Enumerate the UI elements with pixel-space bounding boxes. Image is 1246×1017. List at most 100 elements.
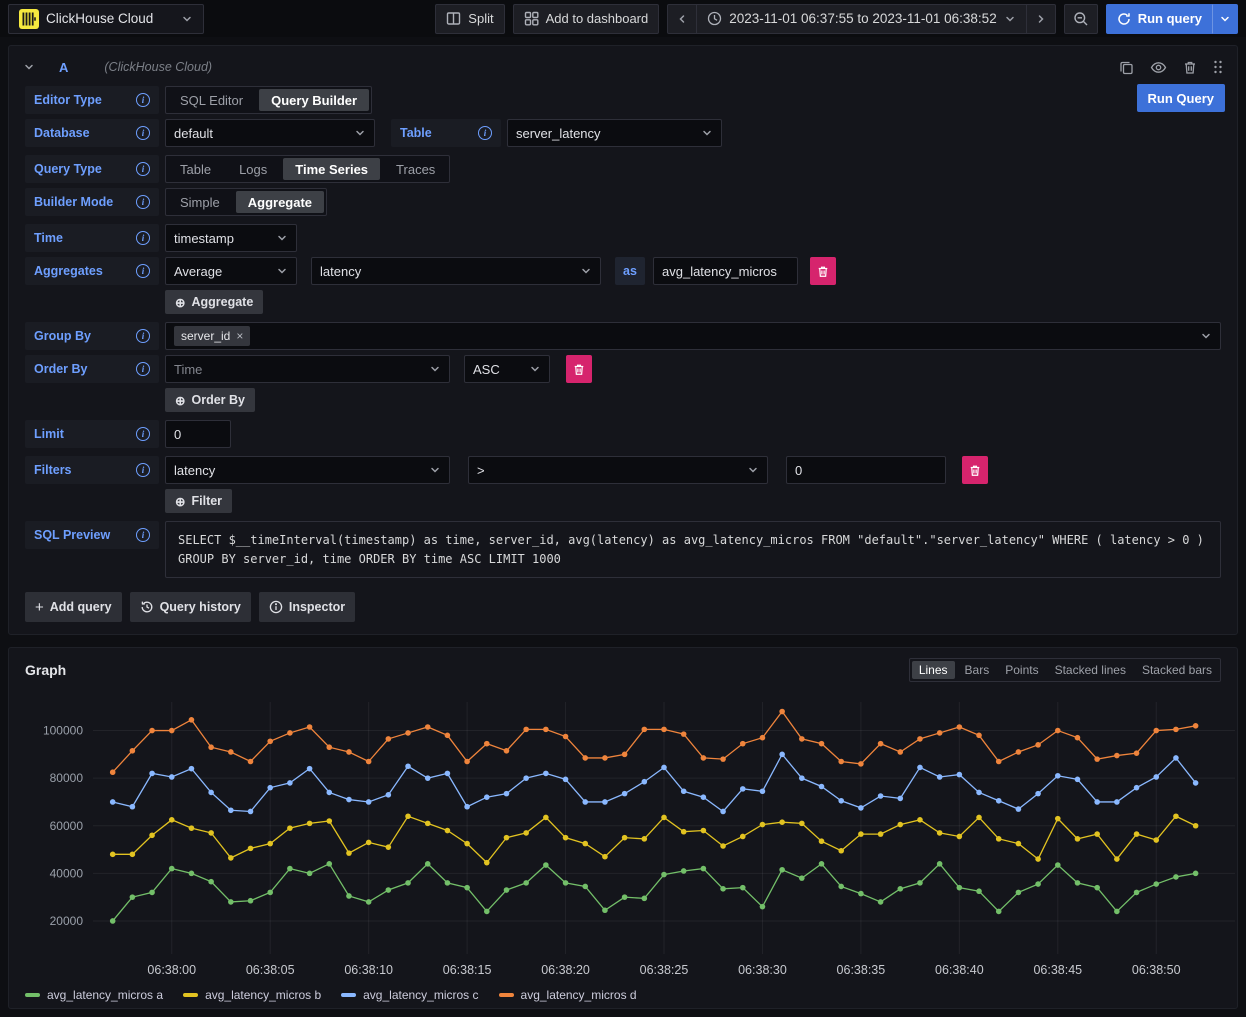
aggregates-label: Aggregates i [25, 257, 159, 285]
data-point [445, 733, 451, 739]
duplicate-query-icon[interactable] [1119, 60, 1134, 75]
segment-sql-editor[interactable]: SQL Editor [166, 87, 257, 113]
data-point [504, 887, 510, 893]
data-point [130, 804, 136, 810]
mode-stacked-lines[interactable]: Stacked lines [1047, 659, 1134, 681]
filter-value-input[interactable] [786, 456, 946, 484]
time-column-select[interactable]: timestamp [165, 224, 297, 252]
legend-label: avg_latency_micros d [521, 988, 637, 1002]
legend-swatch-icon [25, 993, 40, 997]
data-point [1173, 727, 1179, 733]
inspector-button[interactable]: Inspector [259, 592, 355, 622]
data-point [228, 855, 234, 861]
remove-filter-button[interactable] [962, 456, 988, 484]
data-point [189, 766, 195, 772]
mode-bars[interactable]: Bars [957, 659, 998, 681]
chevron-down-icon [1200, 330, 1212, 342]
info-icon[interactable]: i [136, 126, 150, 140]
mode-stacked-bars[interactable]: Stacked bars [1134, 659, 1220, 681]
info-icon[interactable]: i [136, 231, 150, 245]
query-history-button[interactable]: Query history [130, 592, 251, 622]
info-icon[interactable]: i [136, 264, 150, 278]
limit-input[interactable] [165, 420, 231, 448]
collapse-chevron-icon[interactable] [23, 61, 35, 73]
info-icon[interactable]: i [136, 329, 150, 343]
data-point [543, 727, 549, 733]
data-point [405, 730, 411, 736]
info-icon[interactable]: i [136, 528, 150, 542]
add-to-dashboard-button[interactable]: Add to dashboard [513, 4, 660, 34]
query-ref-id[interactable]: A [59, 60, 68, 75]
mode-points[interactable]: Points [997, 659, 1046, 681]
data-point [267, 841, 273, 847]
segment-simple[interactable]: Simple [166, 189, 234, 215]
data-point [996, 836, 1002, 842]
add-filter-button[interactable]: ⊕ Filter [165, 489, 232, 513]
add-aggregate-row: ⊕ Aggregate [25, 290, 1221, 314]
time-range-forward-button[interactable] [1027, 4, 1056, 34]
segment-query-builder[interactable]: Query Builder [259, 89, 369, 111]
info-circle-icon [269, 600, 283, 614]
x-axis-tick-label: 06:38:40 [935, 963, 984, 977]
legend-swatch-icon [499, 993, 514, 997]
legend-item[interactable]: avg_latency_micros a [25, 988, 163, 1002]
order-by-field-select[interactable]: Time [165, 355, 450, 383]
data-point [838, 848, 844, 854]
remove-tag-icon[interactable]: × [236, 329, 243, 343]
segment-aggregate[interactable]: Aggregate [236, 191, 324, 213]
segment-traces[interactable]: Traces [382, 156, 449, 182]
data-point [405, 764, 411, 770]
info-icon[interactable]: i [136, 93, 150, 107]
group-by-multiselect[interactable]: server_id × [165, 322, 1221, 350]
aggregate-column-select[interactable]: latency [311, 257, 601, 285]
run-query-panel-button[interactable]: Run Query [1137, 84, 1225, 112]
data-point [1193, 871, 1199, 877]
order-by-direction-select[interactable]: ASC [464, 355, 550, 383]
run-query-button[interactable]: Run query [1106, 4, 1213, 34]
data-point [1134, 890, 1140, 896]
info-icon[interactable]: i [136, 427, 150, 441]
segment-table[interactable]: Table [166, 156, 225, 182]
hide-response-eye-icon[interactable] [1150, 60, 1167, 75]
data-point [976, 790, 982, 796]
run-query-dropdown-button[interactable] [1213, 4, 1238, 34]
zoom-out-button[interactable] [1064, 4, 1098, 34]
drag-handle-icon[interactable] [1213, 59, 1223, 75]
data-point [582, 799, 588, 805]
remove-order-by-button[interactable] [566, 355, 592, 383]
remove-aggregate-button[interactable] [810, 257, 836, 285]
table-select[interactable]: server_latency [507, 119, 722, 147]
data-point [897, 886, 903, 892]
add-query-button[interactable]: + Add query [25, 592, 122, 622]
legend-item[interactable]: avg_latency_micros d [499, 988, 637, 1002]
data-point [464, 804, 470, 810]
order-by-label: Order By i [25, 355, 159, 383]
split-button[interactable]: Split [435, 4, 504, 34]
info-icon[interactable]: i [478, 126, 492, 140]
remove-query-trash-icon[interactable] [1183, 60, 1197, 75]
info-icon[interactable]: i [136, 362, 150, 376]
add-order-by-button[interactable]: ⊕ Order By [165, 388, 255, 412]
database-table-row: Database i default Table i server_latenc… [25, 119, 1221, 147]
add-aggregate-button[interactable]: ⊕ Aggregate [165, 290, 263, 314]
segment-time-series[interactable]: Time Series [283, 158, 380, 180]
segment-logs[interactable]: Logs [225, 156, 281, 182]
aggregate-function-select[interactable]: Average [165, 257, 297, 285]
time-series-chart[interactable]: 2000040000600008000010000006:38:0006:38:… [9, 690, 1246, 986]
database-select[interactable]: default [165, 119, 375, 147]
data-point [1035, 742, 1041, 748]
legend-item[interactable]: avg_latency_micros c [341, 988, 478, 1002]
mode-lines[interactable]: Lines [912, 661, 955, 679]
filter-operator-select[interactable]: > [468, 456, 768, 484]
datasource-picker[interactable]: ClickHouse Cloud [8, 4, 204, 34]
time-range-button[interactable]: 2023-11-01 06:37:55 to 2023-11-01 06:38:… [697, 4, 1026, 34]
info-icon[interactable]: i [136, 463, 150, 477]
filter-field-select[interactable]: latency [165, 456, 450, 484]
legend-item[interactable]: avg_latency_micros b [183, 988, 321, 1002]
data-point [799, 876, 805, 882]
aggregate-alias-input[interactable] [653, 257, 798, 285]
info-icon[interactable]: i [136, 195, 150, 209]
info-icon[interactable]: i [136, 162, 150, 176]
time-range-back-button[interactable] [667, 4, 697, 34]
data-point [937, 730, 943, 736]
